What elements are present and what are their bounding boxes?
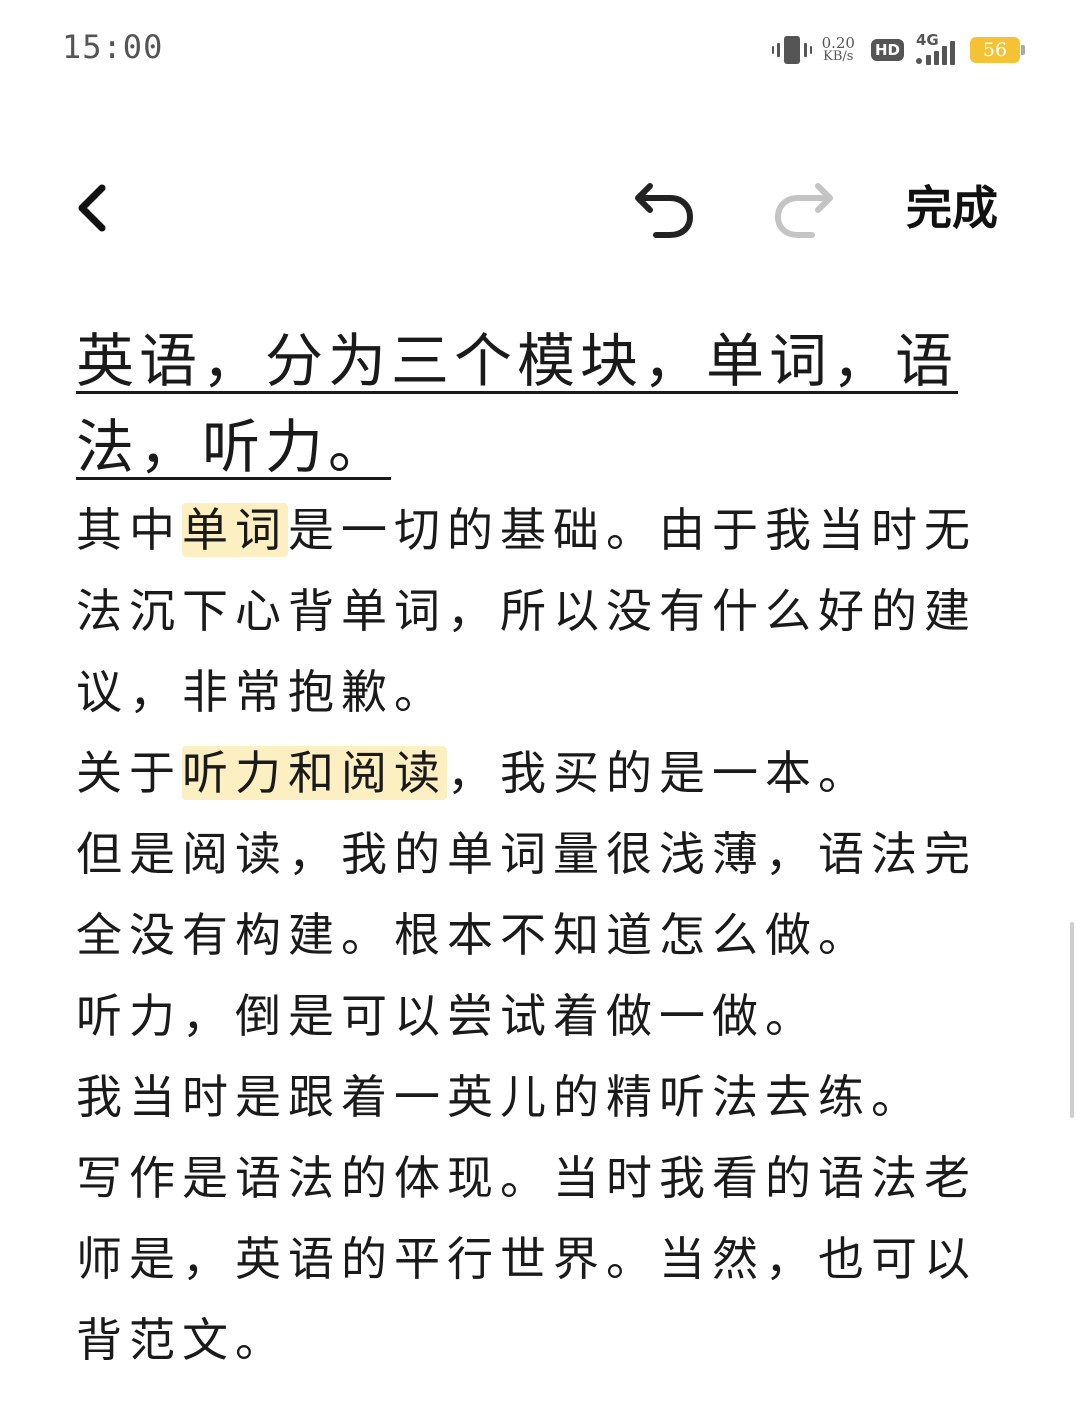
- status-bar: 15:00 0.20 KB/s HD 4G 56: [0, 0, 1080, 96]
- status-time: 15:00: [62, 28, 164, 66]
- paragraph-4: 听力，倒是可以尝试着做一做。: [76, 989, 818, 1043]
- net-speed-unit: KB/s: [823, 49, 854, 64]
- paragraph-5: 我当时是跟着一英儿的精听法去练。: [76, 1070, 924, 1124]
- note-editor[interactable]: 英语，分为三个模块，单词，语法，听力。 其中单词是一切的基础。由于我当时无法沉下…: [76, 318, 1016, 1381]
- note-heading-text: 英语，分为三个模块，单词，语法，听力。: [76, 327, 959, 481]
- back-button[interactable]: [64, 178, 124, 238]
- paragraph-6: 写作是语法的体现。当时我看的语法老师是，英语的平行世界。当然，也可以背范文。: [76, 1151, 977, 1367]
- paragraph-2-after: ，我买的是一本。: [447, 746, 871, 800]
- undo-button[interactable]: [628, 174, 700, 242]
- net-speed: 0.20 KB/s: [822, 36, 855, 64]
- net-speed-value: 0.20: [821, 34, 855, 52]
- note-heading: 英语，分为三个模块，单词，语法，听力。: [76, 318, 1016, 490]
- highlight-listening-reading: 听力和阅读: [182, 746, 447, 800]
- scrollbar[interactable]: [1070, 922, 1074, 1118]
- redo-icon: [775, 183, 833, 238]
- battery-icon: 56: [970, 37, 1025, 63]
- chevron-left-icon: [78, 184, 106, 232]
- paragraph-1-before: 其中: [76, 503, 182, 557]
- paragraph-1: 其中单词是一切的基础。由于我当时无法沉下心背单词，所以没有什么好的建议，非常抱歉…: [76, 490, 1016, 733]
- editor-toolbar: 完成: [0, 160, 1080, 260]
- signal-icon: 4G: [914, 31, 960, 67]
- paragraph-2-before: 关于: [76, 746, 182, 800]
- highlight-vocabulary: 单词: [182, 503, 288, 557]
- redo-button[interactable]: [768, 174, 840, 242]
- paragraph-3: 但是阅读，我的单词量很浅薄，语法完全没有构建。根本不知道怎么做。: [76, 827, 977, 962]
- done-button[interactable]: 完成: [906, 176, 998, 240]
- battery-level: 56: [982, 39, 1008, 61]
- status-icons: 0.20 KB/s HD 4G 56: [771, 30, 1025, 70]
- hd-icon: HD: [870, 39, 904, 61]
- paragraph-2: 关于听力和阅读，我买的是一本。: [76, 733, 1016, 814]
- undo-icon: [635, 183, 693, 238]
- vibrate-icon: [771, 36, 812, 64]
